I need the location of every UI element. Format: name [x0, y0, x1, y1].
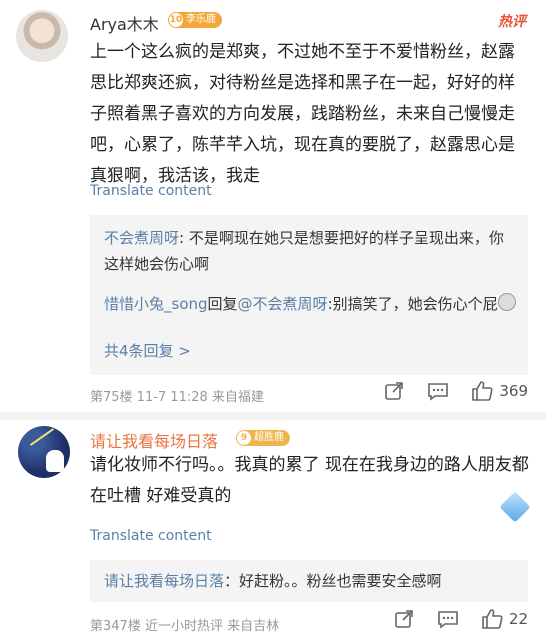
- comment-meta: 第75楼 11-7 11:28 来自福建: [90, 390, 264, 405]
- comment-meta: 第347楼 近一小时热评 来自吉林: [90, 619, 280, 634]
- emoji-icon: [497, 293, 516, 311]
- reply-text: 好赶粉。。粉丝也需要安全感啊: [239, 572, 442, 590]
- share-icon[interactable]: [383, 380, 405, 402]
- reply-box[interactable]: 请让我看每场日落：好赶粉。。粉丝也需要安全感啊: [90, 560, 528, 602]
- more-replies-link[interactable]: 共4条回复 >: [104, 340, 191, 361]
- comment-text: 上一个这么疯的是郑爽，不过她不至于不爱惜粉丝，赵露思比郑爽还疯，对待粉丝是选择和…: [90, 42, 515, 186]
- reply-author[interactable]: 惜惜小兔_song: [104, 295, 208, 313]
- reply-target[interactable]: @不会煮周呀: [238, 295, 328, 313]
- reply-verb: 回复: [207, 295, 238, 313]
- translate-link[interactable]: Translate content: [90, 183, 212, 199]
- reply-box[interactable]: 不会煮周呀: 不是啊现在她只是想要把好的样子呈现出来，你这样她会伤心啊 惜惜小兔…: [90, 215, 528, 375]
- fan-badge[interactable]: 9 超胜鹿: [236, 430, 290, 446]
- reply-text: 别搞笑了，她会伤心个屁: [332, 295, 498, 313]
- reply-separator: :: [179, 229, 189, 247]
- username[interactable]: Arya木木: [90, 11, 159, 35]
- hot-comment-label: 热评: [498, 14, 526, 30]
- comment-text: 请化妆师不行吗。。我真的累了 现在在我身边的路人朋友都在吐槽 好难受真的: [90, 455, 529, 506]
- reply-separator: ：: [224, 572, 240, 590]
- badge-text: 李乐鹿: [186, 14, 216, 25]
- character-icon: [46, 450, 64, 472]
- share-icon[interactable]: [393, 608, 415, 630]
- reply-author[interactable]: 请让我看每场日落: [104, 572, 224, 590]
- username[interactable]: 请让我看每场日落: [90, 428, 218, 452]
- reply-author[interactable]: 不会煮周呀: [104, 229, 179, 247]
- shooting-star-icon: [29, 428, 55, 446]
- badge-text: 超胜鹿: [254, 432, 284, 443]
- like-count: 369: [499, 382, 528, 400]
- like-count: 22: [508, 610, 528, 628]
- fan-badge[interactable]: 10 李乐鹿: [168, 12, 222, 28]
- comment-actions: 22: [371, 608, 528, 630]
- like-icon[interactable]: [471, 380, 493, 402]
- translate-link[interactable]: Translate content: [90, 528, 212, 544]
- badge-level: 9: [237, 431, 251, 445]
- comment-icon[interactable]: [427, 380, 449, 402]
- badge-level: 10: [169, 13, 183, 27]
- divider: [0, 412, 546, 420]
- reply-item[interactable]: 惜惜小兔_song回复@不会煮周呀:别搞笑了，她会伤心个屁: [104, 291, 518, 317]
- reply-item[interactable]: 不会煮周呀: 不是啊现在她只是想要把好的样子呈现出来，你这样她会伤心啊: [104, 225, 518, 277]
- reply-item[interactable]: 请让我看每场日落：好赶粉。。粉丝也需要安全感啊: [104, 568, 518, 594]
- avatar[interactable]: [16, 10, 68, 62]
- comment-actions: 369: [361, 380, 528, 402]
- comment-icon[interactable]: [437, 608, 459, 630]
- like-icon[interactable]: [481, 608, 503, 630]
- avatar[interactable]: [18, 426, 70, 478]
